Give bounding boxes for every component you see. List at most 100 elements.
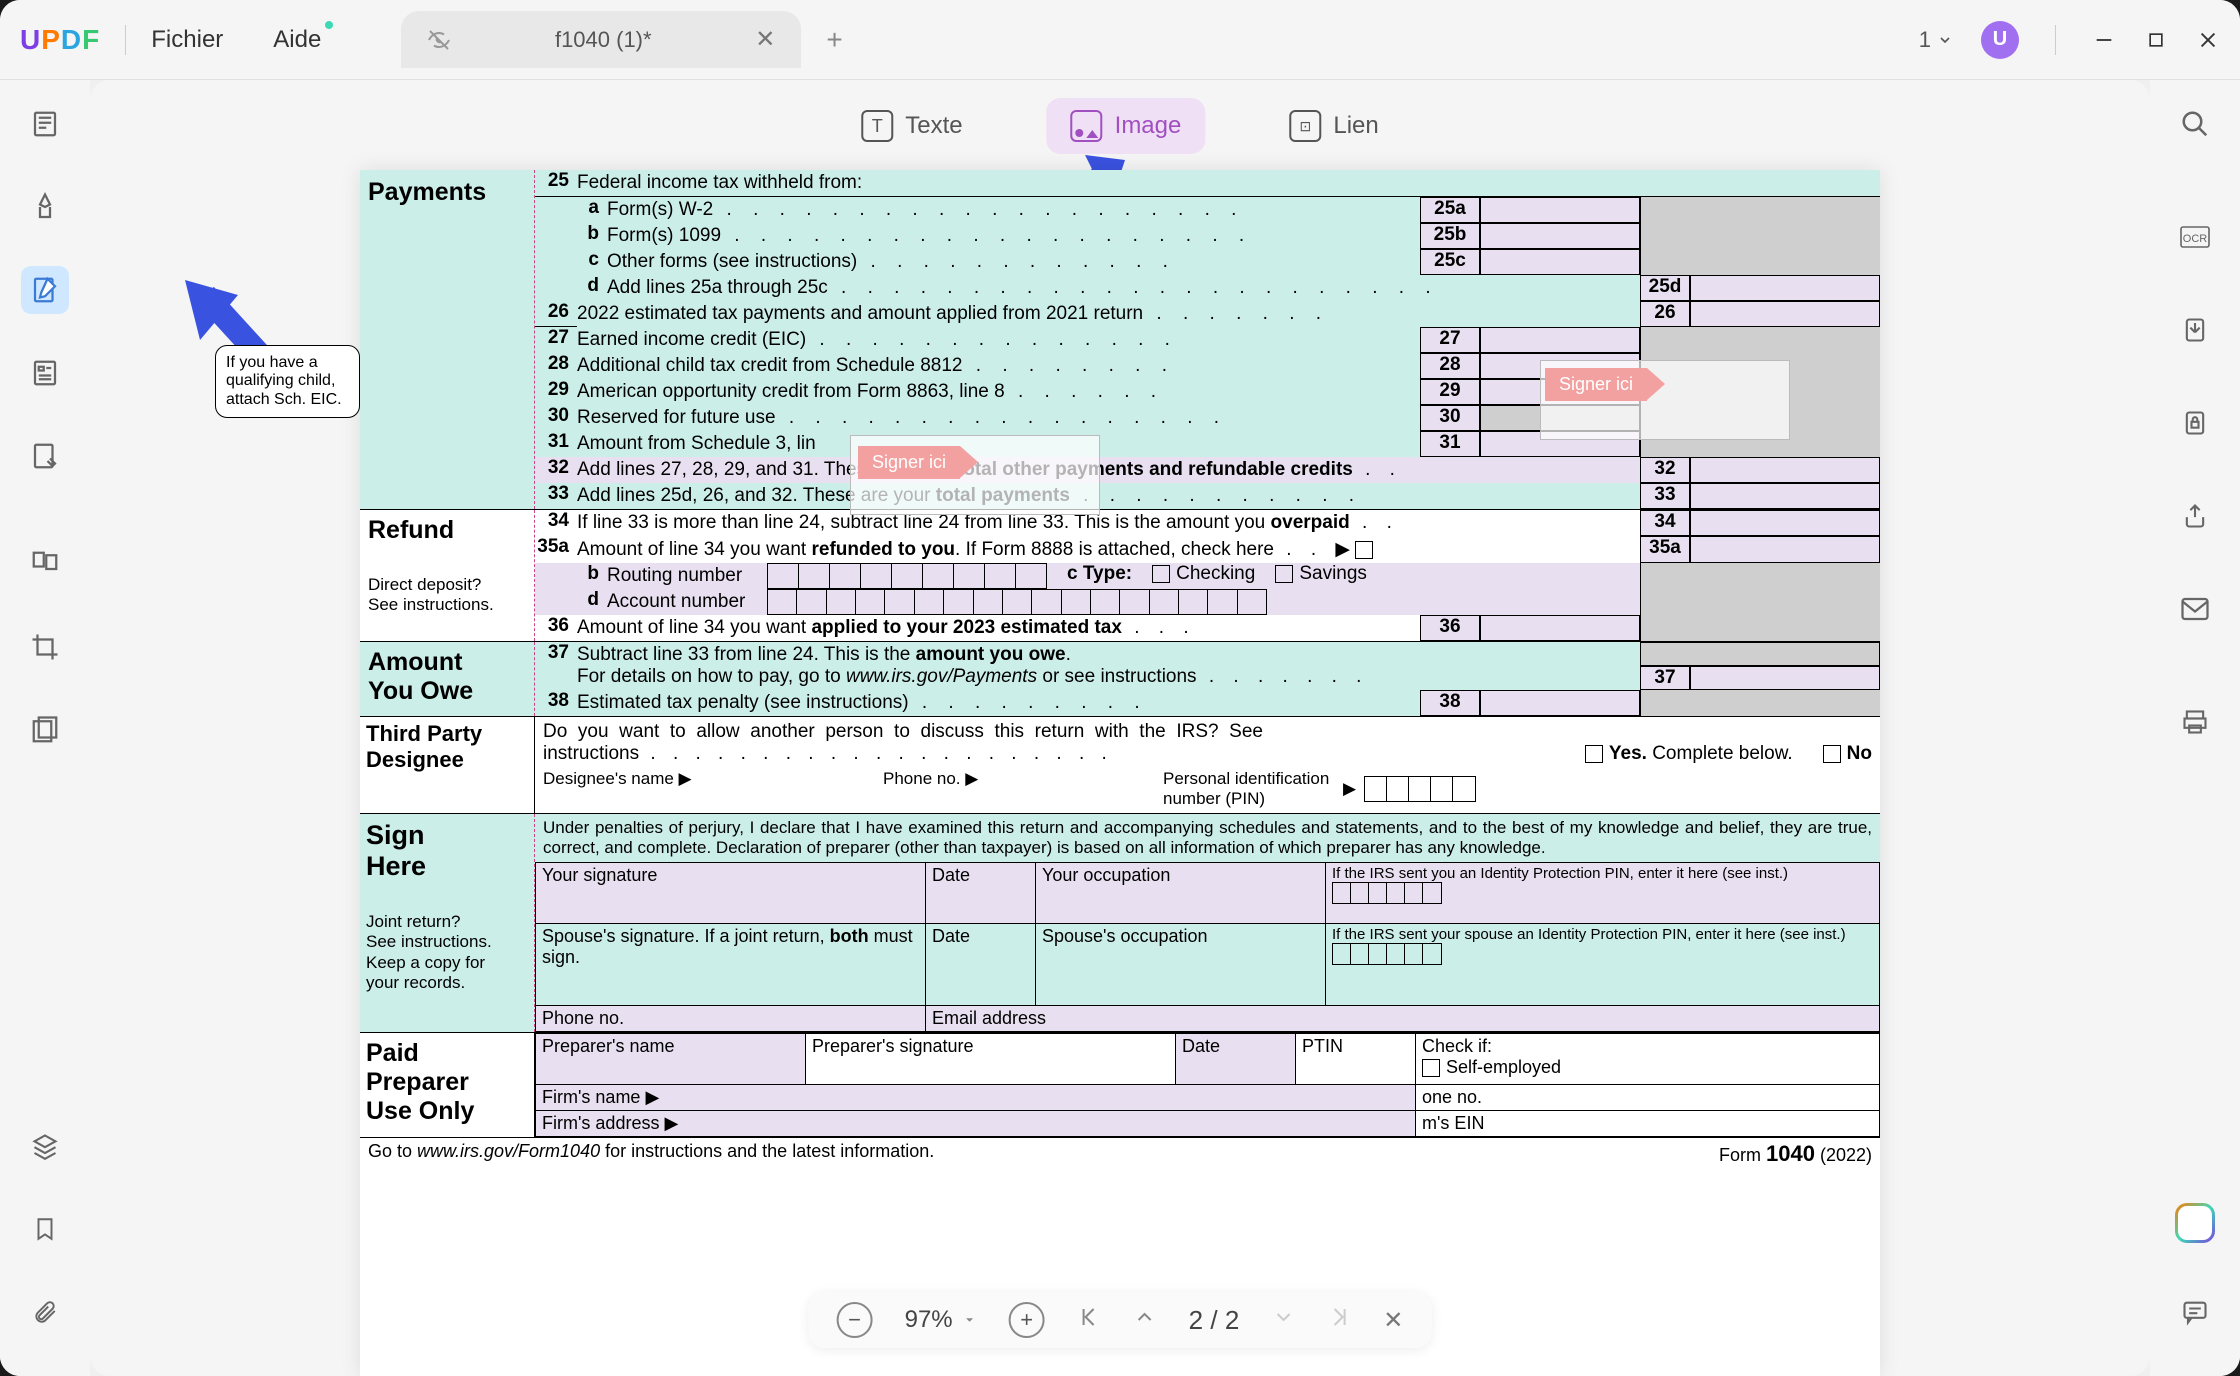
input-25c[interactable] bbox=[1480, 249, 1640, 275]
left-rail bbox=[0, 80, 90, 1376]
avatar[interactable]: U bbox=[1981, 21, 2019, 59]
crop-button[interactable] bbox=[21, 623, 69, 671]
box-25a: 25a bbox=[1420, 197, 1480, 223]
spouse-signature-field[interactable]: Spouse's signature. If a joint return, b… bbox=[536, 924, 926, 1006]
input-34[interactable] bbox=[1690, 510, 1880, 536]
checkbox-yes[interactable]: Yes. Complete below. bbox=[1585, 743, 1793, 765]
image-tool-button[interactable]: Image bbox=[1047, 98, 1206, 154]
ocr-button[interactable]: OCR bbox=[2171, 213, 2219, 261]
date-field[interactable]: Date bbox=[926, 863, 1036, 924]
preparer-date-field[interactable]: Date bbox=[1176, 1034, 1296, 1085]
designee-pin-field[interactable]: Personal identification number (PIN) ▶ bbox=[1163, 769, 1872, 809]
text-tool-button[interactable]: T Texte bbox=[837, 98, 986, 154]
input-35a[interactable] bbox=[1690, 536, 1880, 563]
annotate-button[interactable] bbox=[21, 183, 69, 231]
last-page-button[interactable] bbox=[1327, 1305, 1351, 1336]
designee-phone-field[interactable]: Phone no. ▶ bbox=[883, 769, 1143, 809]
thumbnails-button[interactable] bbox=[21, 100, 69, 148]
tab-close-icon[interactable]: ✕ bbox=[755, 25, 775, 54]
pdf-page[interactable]: Payments 25 Federal income tax withheld … bbox=[360, 170, 1880, 1376]
zoom-out-button[interactable]: − bbox=[837, 1302, 873, 1338]
search-button[interactable] bbox=[2171, 100, 2219, 148]
share-button[interactable] bbox=[2171, 492, 2219, 540]
menu-help[interactable]: Aide bbox=[273, 26, 321, 54]
line-29-text: American opportunity credit from Form 88… bbox=[577, 379, 1420, 405]
preparer-name-field[interactable]: Preparer's name bbox=[536, 1034, 806, 1085]
input-25a[interactable] bbox=[1480, 197, 1640, 223]
ptin-field[interactable]: PTIN bbox=[1296, 1034, 1416, 1085]
line-35b-label: Routing number bbox=[607, 563, 767, 589]
close-toolbar-button[interactable]: ✕ bbox=[1383, 1306, 1403, 1335]
zoom-in-button[interactable]: + bbox=[1009, 1302, 1045, 1338]
eye-off-icon bbox=[427, 28, 451, 52]
page-indicator[interactable]: 2 / 2 bbox=[1189, 1305, 1240, 1336]
close-button[interactable] bbox=[2196, 28, 2220, 52]
comment-button[interactable] bbox=[2171, 1288, 2219, 1336]
box-33: 33 bbox=[1640, 483, 1690, 509]
ai-button[interactable] bbox=[2175, 1203, 2215, 1243]
input-25b[interactable] bbox=[1480, 223, 1640, 249]
maximize-button[interactable] bbox=[2144, 28, 2168, 52]
firm-address-field[interactable]: Firm's address ▶ bbox=[536, 1111, 1416, 1137]
line-30-text: Reserved for future use . . . . . . . . … bbox=[577, 405, 1420, 431]
firm-phone-field[interactable]: one no. bbox=[1416, 1085, 1880, 1111]
checkbox-8888[interactable] bbox=[1355, 541, 1373, 559]
edit-button[interactable] bbox=[21, 266, 69, 314]
link-tool-button[interactable]: ⊡ Lien bbox=[1265, 98, 1402, 154]
line-35d-label: Account number bbox=[607, 589, 767, 615]
spouse-occupation-field[interactable]: Spouse's occupation bbox=[1036, 924, 1326, 1006]
window-count[interactable]: 1 bbox=[1919, 27, 1953, 53]
redact-button[interactable] bbox=[21, 706, 69, 754]
bookmark-button[interactable] bbox=[21, 1205, 69, 1253]
checkbox-checking[interactable]: Checking bbox=[1152, 563, 1255, 589]
section-paid-preparer: PaidPreparerUse Only bbox=[366, 1039, 528, 1126]
input-38[interactable] bbox=[1480, 690, 1640, 716]
form-button[interactable] bbox=[21, 349, 69, 397]
input-27[interactable] bbox=[1480, 327, 1640, 353]
input-25d[interactable] bbox=[1690, 275, 1880, 301]
signature-tag-2[interactable]: Signer ici bbox=[1545, 368, 1647, 401]
your-occupation-field[interactable]: Your occupation bbox=[1036, 863, 1326, 924]
third-party-question: Do you want to allow another person to d… bbox=[543, 721, 1263, 765]
box-38: 38 bbox=[1420, 690, 1480, 716]
fill-sign-button[interactable] bbox=[21, 432, 69, 480]
minimize-button[interactable] bbox=[2092, 28, 2116, 52]
designee-name-field[interactable]: Designee's name ▶ bbox=[543, 769, 863, 809]
irs-pin-field-1[interactable]: If the IRS sent you an Identity Protecti… bbox=[1326, 863, 1880, 924]
menu-file[interactable]: Fichier bbox=[151, 26, 223, 54]
your-signature-field[interactable]: Your signature bbox=[536, 863, 926, 924]
print-button[interactable] bbox=[2171, 698, 2219, 746]
checkbox-self-employed[interactable] bbox=[1422, 1059, 1440, 1077]
first-page-button[interactable] bbox=[1077, 1305, 1101, 1336]
zoom-value[interactable]: 97% bbox=[905, 1306, 977, 1334]
input-36[interactable] bbox=[1480, 615, 1640, 641]
export-button[interactable] bbox=[2171, 306, 2219, 354]
preparer-signature-field[interactable]: Preparer's signature bbox=[806, 1034, 1176, 1085]
next-page-button[interactable] bbox=[1271, 1305, 1295, 1336]
input-account-number[interactable] bbox=[767, 589, 1267, 615]
input-26[interactable] bbox=[1690, 301, 1880, 327]
input-32[interactable] bbox=[1690, 457, 1880, 483]
protect-button[interactable] bbox=[2171, 399, 2219, 447]
irs-pin-field-2[interactable]: If the IRS sent your spouse an Identity … bbox=[1326, 924, 1880, 1006]
checkbox-no[interactable]: No bbox=[1823, 743, 1872, 765]
document-tab[interactable]: f1040 (1)* ✕ bbox=[401, 11, 801, 68]
input-33[interactable] bbox=[1690, 483, 1880, 509]
input-37[interactable] bbox=[1690, 666, 1880, 690]
spouse-date-field[interactable]: Date bbox=[926, 924, 1036, 1006]
firm-ein-field[interactable]: m's EIN bbox=[1416, 1111, 1880, 1137]
signature-tag-1[interactable]: Signer ici bbox=[858, 446, 960, 479]
organize-button[interactable] bbox=[21, 540, 69, 588]
tab-title: f1040 (1)* bbox=[471, 27, 735, 53]
firm-name-field[interactable]: Firm's name ▶ bbox=[536, 1085, 1416, 1111]
tab-add-button[interactable]: + bbox=[826, 24, 842, 56]
email-field[interactable]: Email address bbox=[926, 1006, 1880, 1032]
line-25c-text: Other forms (see instructions) . . . . .… bbox=[607, 249, 1420, 275]
phone-field[interactable]: Phone no. bbox=[536, 1006, 926, 1032]
zoom-toolbar: − 97% + 2 / 2 ✕ bbox=[809, 1292, 1432, 1348]
email-button[interactable] bbox=[2171, 585, 2219, 633]
prev-page-button[interactable] bbox=[1133, 1305, 1157, 1336]
attachment-button[interactable] bbox=[21, 1288, 69, 1336]
layers-button[interactable] bbox=[21, 1122, 69, 1170]
checkbox-savings[interactable]: Savings bbox=[1275, 563, 1367, 589]
